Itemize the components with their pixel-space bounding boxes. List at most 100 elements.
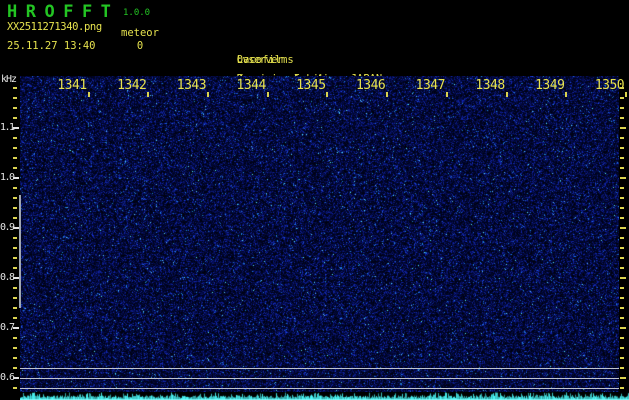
freq-minor-tick-icon (620, 297, 624, 299)
freq-minor-tick-icon (620, 347, 624, 349)
freq-label: 1.1 (0, 122, 13, 133)
freq-minor-tick-icon (13, 197, 17, 199)
freq-minor-tick-icon (13, 257, 17, 259)
freq-minor-tick-icon (13, 247, 17, 249)
minute-tick-icon (446, 92, 448, 97)
freq-minor-tick-icon (13, 97, 17, 99)
freq-minor-tick-icon (620, 257, 624, 259)
freq-minor-tick-icon (13, 347, 17, 349)
freq-minor-tick-icon (620, 387, 624, 389)
freq-minor-tick-icon (13, 307, 17, 309)
freq-minor-tick-icon (13, 137, 17, 139)
freq-label: 0.9 (0, 222, 13, 233)
freq-major-tick-icon (13, 127, 19, 129)
freq-major-tick-icon (13, 277, 19, 279)
khz-unit-label: kHz (1, 74, 16, 85)
freq-minor-tick-icon (620, 187, 624, 189)
echo-band-line (20, 368, 619, 369)
freq-major-tick-icon (13, 177, 19, 179)
freq-marker-line (19, 195, 21, 308)
freq-label: 0.7 (0, 322, 13, 333)
freq-minor-tick-icon (13, 387, 17, 389)
time-label: 1348 (475, 78, 504, 93)
freq-minor-tick-icon (13, 267, 17, 269)
freq-major-tick-icon (620, 327, 626, 329)
freq-minor-tick-icon (13, 167, 17, 169)
freq-minor-tick-icon (13, 117, 17, 119)
freq-minor-tick-icon (620, 147, 624, 149)
time-label: 1342 (117, 78, 146, 93)
minute-tick-icon (207, 92, 209, 97)
freq-major-tick-icon (13, 227, 19, 229)
freq-minor-tick-icon (620, 307, 624, 309)
time-label: 1341 (57, 78, 86, 93)
freq-minor-tick-icon (620, 87, 624, 89)
app-version: 1.0.0 (123, 8, 150, 18)
freq-minor-tick-icon (620, 97, 624, 99)
station-value: Lacofilms (237, 54, 294, 67)
freq-minor-tick-icon (13, 357, 17, 359)
freq-minor-tick-icon (620, 237, 624, 239)
echo-band-line (20, 378, 619, 379)
freq-minor-tick-icon (620, 167, 624, 169)
meteor-label: meteor (121, 27, 159, 39)
freq-minor-tick-icon (620, 317, 624, 319)
station-info: Ovserver:Lacofilms Receiving Location:Ka… (179, 3, 479, 57)
capture-filename: XX2511271340.png (7, 21, 102, 33)
minute-tick-icon (386, 92, 388, 97)
app-logo: HROFFT (7, 2, 119, 22)
freq-minor-tick-icon (13, 157, 17, 159)
freq-minor-tick-icon (13, 187, 17, 189)
time-label: 1346 (356, 78, 385, 93)
freq-minor-tick-icon (13, 237, 17, 239)
meteor-count: 0 (133, 40, 147, 52)
freq-minor-tick-icon (620, 337, 624, 339)
freq-minor-tick-icon (13, 107, 17, 109)
freq-minor-tick-icon (620, 367, 624, 369)
freq-label: 1.0 (0, 172, 13, 183)
freq-minor-tick-icon (13, 147, 17, 149)
hrofft-screen: HROFFT 1.0.0 XX2511271340.png meteor 25.… (0, 0, 629, 400)
freq-minor-tick-icon (13, 317, 17, 319)
freq-major-tick-icon (620, 227, 626, 229)
freq-major-tick-icon (620, 177, 626, 179)
freq-label: 0.6 (0, 372, 13, 383)
freq-minor-tick-icon (13, 217, 17, 219)
freq-major-tick-icon (620, 377, 626, 379)
freq-minor-tick-icon (620, 157, 624, 159)
station-row: Ovserver: Lacofilms (179, 41, 237, 54)
station-row: Receiving Location:Kanazawa Ishikawa,JAP… (179, 60, 237, 73)
minute-tick-icon (506, 92, 508, 97)
freq-minor-tick-icon (13, 287, 17, 289)
freq-minor-tick-icon (13, 87, 17, 89)
echo-band-line (20, 388, 619, 389)
freq-minor-tick-icon (620, 197, 624, 199)
minute-tick-icon (565, 92, 567, 97)
freq-minor-tick-icon (620, 117, 624, 119)
freq-minor-tick-icon (13, 297, 17, 299)
freq-minor-tick-icon (620, 107, 624, 109)
minute-tick-icon (267, 92, 269, 97)
freq-minor-tick-icon (620, 207, 624, 209)
signal-level-meter-canvas (20, 392, 629, 400)
freq-major-tick-icon (13, 327, 19, 329)
freq-minor-tick-icon (620, 247, 624, 249)
spectrogram-canvas (20, 76, 619, 392)
freq-minor-tick-icon (13, 337, 17, 339)
freq-minor-tick-icon (620, 357, 624, 359)
time-label: 1343 (177, 78, 206, 93)
minute-tick-icon (625, 92, 627, 97)
time-label: 1344 (237, 78, 266, 93)
time-label: 1347 (416, 78, 445, 93)
freq-minor-tick-icon (620, 267, 624, 269)
minute-tick-icon (326, 92, 328, 97)
minute-tick-icon (88, 92, 90, 97)
time-label: 1349 (535, 78, 564, 93)
freq-label: 0.8 (0, 272, 13, 283)
minute-tick-icon (147, 92, 149, 97)
capture-datetime: 25.11.27 13:40 (7, 40, 96, 52)
freq-major-tick-icon (13, 377, 19, 379)
freq-major-tick-icon (620, 127, 626, 129)
freq-minor-tick-icon (620, 287, 624, 289)
freq-minor-tick-icon (13, 207, 17, 209)
